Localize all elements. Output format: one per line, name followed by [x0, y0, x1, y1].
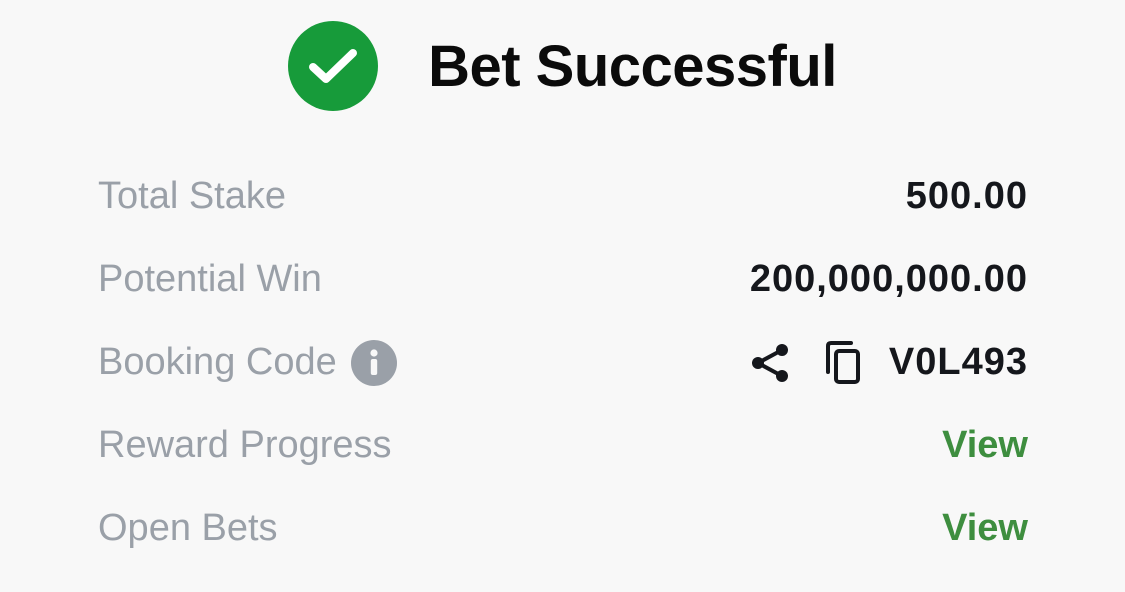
reward-progress-label: Reward Progress	[98, 424, 392, 466]
reward-progress-view-link[interactable]: View	[942, 424, 1028, 467]
total-stake-value: 500.00	[905, 175, 1028, 217]
booking-code-label: Booking Code	[98, 341, 337, 383]
booking-code-row: Booking Code V0L493	[98, 321, 1028, 404]
potential-win-label: Potential Win	[98, 258, 322, 300]
potential-win-value: 200,000,000.00	[749, 258, 1028, 300]
open-bets-row: Open Bets View	[98, 487, 1028, 570]
copy-icon[interactable]	[821, 340, 867, 386]
share-icon[interactable]	[747, 340, 793, 386]
total-stake-label: Total Stake	[98, 175, 286, 217]
bet-success-header: Bet Successful	[0, 20, 1125, 112]
check-circle-icon	[288, 21, 379, 111]
total-stake-row: Total Stake 500.00	[98, 155, 1028, 238]
open-bets-view-link[interactable]: View	[942, 507, 1028, 550]
reward-progress-row: Reward Progress View	[98, 404, 1028, 487]
info-icon[interactable]	[350, 339, 397, 386]
booking-code-actions: V0L493	[747, 340, 1028, 386]
page-title: Bet Successful	[428, 33, 837, 99]
booking-code-label-group: Booking Code	[98, 339, 397, 386]
booking-code-value[interactable]: V0L493	[889, 341, 1028, 384]
open-bets-label: Open Bets	[98, 507, 278, 549]
bet-summary: Total Stake 500.00 Potential Win 200,000…	[98, 155, 1028, 570]
potential-win-row: Potential Win 200,000,000.00	[98, 238, 1028, 321]
